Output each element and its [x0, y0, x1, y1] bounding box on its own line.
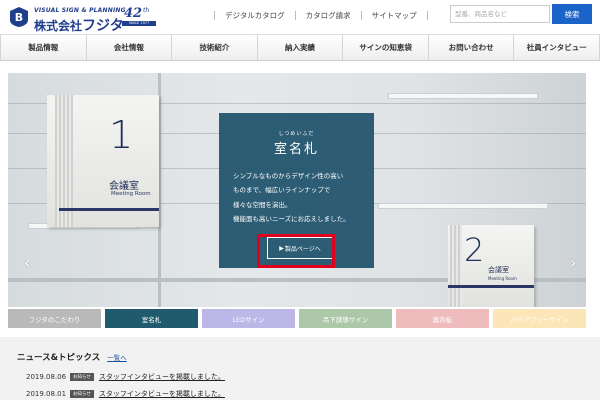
- svg-text:B: B: [15, 11, 23, 24]
- category-tab-room-plate[interactable]: 室名札: [105, 309, 198, 328]
- ceiling-light: [378, 203, 548, 209]
- sign-room-name: 会議室: [488, 266, 509, 274]
- room-sign-2: 2 会議室 Meeting Room: [448, 225, 534, 307]
- logo-mark-icon: B: [10, 7, 28, 27]
- nav-item-contact[interactable]: お問い合わせ: [429, 35, 515, 60]
- nav-item-products[interactable]: 製品情報: [0, 35, 87, 60]
- sign-strip: [450, 225, 462, 307]
- panel-desc-line: シンプルなものからデザイン性の高い: [233, 172, 344, 180]
- panel-description: シンプルなものからデザイン性の高い ものまで、幅広いラインナップで 様々な空間を…: [233, 169, 369, 227]
- nav-item-interview[interactable]: 社員インタビュー: [514, 35, 600, 60]
- news-item-link[interactable]: スタッフインタビューを掲載しました。: [99, 389, 225, 399]
- link-sitemap[interactable]: サイトマップ: [360, 11, 428, 20]
- sign-bar: [59, 208, 159, 211]
- news-badge: お知らせ: [70, 373, 94, 381]
- nav-item-company[interactable]: 会社情報: [87, 35, 173, 60]
- link-digital-catalog[interactable]: デジタルカタログ: [214, 11, 295, 20]
- anniversary-number: 42: [124, 6, 143, 21]
- category-tab-kodawari[interactable]: フジタのこだわり: [8, 309, 101, 328]
- category-tab-barrier-free[interactable]: バリアフリーサイン: [493, 309, 586, 328]
- slider-next-arrow-icon[interactable]: ›: [570, 253, 576, 272]
- sign-number: 2: [464, 231, 485, 269]
- room-sign-1: 1 会議室 Meeting Room: [47, 95, 159, 227]
- panel-ruby: しつめいふだ: [278, 131, 315, 137]
- logo-name: 株式会社フジタ: [34, 15, 124, 35]
- slider-prev-arrow-icon[interactable]: ‹: [24, 253, 30, 272]
- sign-room-name-en: Meeting Room: [111, 191, 151, 197]
- news-date: 2019.08.01: [26, 390, 67, 398]
- sign-bar: [448, 285, 534, 288]
- news-section: ニュース&トピックス 一覧へ 2019.08.06 お知らせ スタッフインタビュ…: [0, 337, 600, 400]
- sign-number: 1: [109, 113, 134, 157]
- news-list-link[interactable]: 一覧へ: [107, 352, 127, 362]
- news-item: 2019.08.06 お知らせ スタッフインタビューを掲載しました。: [26, 372, 225, 382]
- news-badge: お知らせ: [70, 390, 94, 398]
- category-tabs: フジタのこだわり 室名札 LEDサイン 吊下誘導サイン 案内板 バリアフリーサイ…: [8, 309, 586, 328]
- search-button[interactable]: 検索: [552, 4, 592, 24]
- news-item-link[interactable]: スタッフインタビューを掲載しました。: [99, 372, 225, 382]
- sign-room-name-en: Meeting Room: [488, 276, 517, 281]
- news-header: ニュース&トピックス 一覧へ: [17, 351, 127, 363]
- news-date: 2019.08.06: [26, 373, 67, 381]
- nav-item-results[interactable]: 納入実績: [258, 35, 344, 60]
- nav-item-technology[interactable]: 技術紹介: [172, 35, 258, 60]
- panel-desc-line: 機能面も高いニーズにお応えしました。: [233, 215, 350, 224]
- anniversary-since: SINCE 1977: [122, 21, 156, 26]
- logo-company-name: フジタ: [82, 18, 124, 34]
- nav-item-sign-wisdom[interactable]: サインの知恵袋: [343, 35, 429, 60]
- hero-slider: 1 会議室 Meeting Room 2 会議室 Meeting Room しつ…: [8, 73, 586, 307]
- search-input[interactable]: [450, 5, 550, 23]
- site-header: B VISUAL SIGN & PLANNING 株式会社フジタ 42 th S…: [0, 0, 600, 34]
- category-tab-guide-board[interactable]: 案内板: [396, 309, 489, 328]
- anniversary-suffix: th: [143, 7, 150, 14]
- utility-links: デジタルカタログ カタログ請求 サイトマップ: [214, 11, 428, 20]
- news-title: ニュース&トピックス: [17, 353, 101, 363]
- highlight-box: [257, 234, 335, 268]
- link-catalog-request[interactable]: カタログ請求: [294, 11, 361, 20]
- logo-tagline: VISUAL SIGN & PLANNING: [34, 7, 126, 14]
- category-tab-led-sign[interactable]: LEDサイン: [202, 309, 295, 328]
- panel-desc-line: ものまで、幅広いラインナップで: [233, 186, 331, 195]
- category-tab-hanging-sign[interactable]: 吊下誘導サイン: [299, 309, 392, 328]
- global-nav: 製品情報 会社情報 技術紹介 納入実績 サインの知恵袋 お問い合わせ 社員インタ…: [0, 34, 600, 61]
- panel-title: 室名札: [273, 142, 319, 157]
- news-item: 2019.08.01 お知らせ スタッフインタビューを掲載しました。: [26, 389, 225, 399]
- logo-company-type: 株式会社: [34, 19, 83, 33]
- sign-room-name: 会議室: [109, 181, 139, 192]
- ceiling-light: [388, 93, 538, 99]
- anniversary-badge: 42 th SINCE 1977: [121, 6, 159, 26]
- panel-desc-line: 様々な空間を演出。: [233, 200, 292, 209]
